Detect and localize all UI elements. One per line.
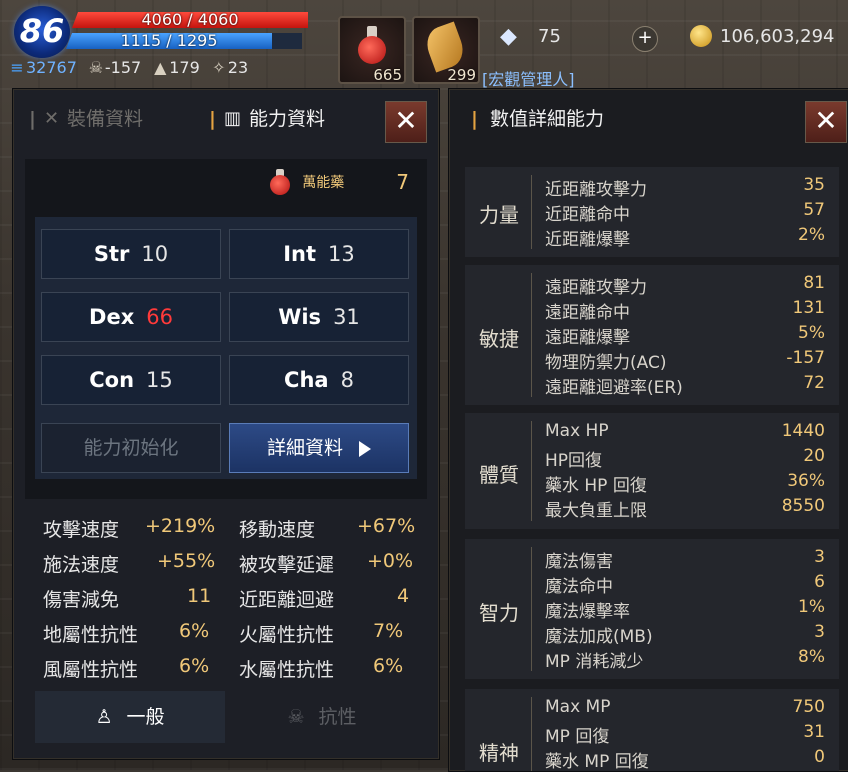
hat-icon: ▲ bbox=[154, 58, 167, 77]
stat-str: Str 10 bbox=[41, 229, 221, 279]
player-name-tag: [宏觀管理人] bbox=[482, 70, 575, 89]
bottom-tab-bar: ♙ 一般 ☠ 抗性 bbox=[35, 691, 417, 743]
base-stat-grid: Str 10 Int 13 Dex 66 Wis 31 Con 15 Cha 8 能力初始化… bbox=[35, 217, 417, 479]
elixir-label: 萬能藥 bbox=[302, 175, 345, 191]
reset-stats-button[interactable]: 能力初始化 bbox=[41, 423, 221, 473]
group-name: 精神 bbox=[479, 741, 519, 765]
detail-row: 魔法加成(MB) 3 bbox=[545, 622, 825, 647]
leaf-quick-slot[interactable]: 299 bbox=[412, 16, 480, 84]
stat-box: 萬能藥 7 Str 10 Int 13 Dex 66 Wis 31 Con 15 Cha 8… bbox=[25, 159, 427, 499]
detail-row: 遠距離攻擊力 81 bbox=[545, 273, 825, 298]
detail-row: Max HP 1440 bbox=[545, 421, 825, 441]
detail-row: 近距離爆擊 2% bbox=[545, 225, 825, 250]
group-intelligence: 智力 魔法傷害 3 魔法命中 6 魔法爆擊率 1% 魔法加成(MB) 3 MP 消耗減少… bbox=[465, 539, 839, 679]
detail-row: 近距離命中 57 bbox=[545, 200, 825, 225]
hp-bar: 4060 / 4060 bbox=[72, 12, 308, 28]
detail-panel-header: | 數值詳細能力 ✕ bbox=[449, 89, 848, 149]
gold-coin-icon bbox=[690, 25, 712, 47]
group-name: 敏捷 bbox=[479, 327, 519, 351]
detail-row: 藥水 MP 回復 0 bbox=[545, 747, 825, 771]
group-agility: 敏捷 遠距離攻擊力 81 遠距離命中 131 遠距離爆擊 5% 物理防禦力(AC) -1… bbox=[465, 265, 839, 405]
detail-row: HP回復 20 bbox=[545, 446, 825, 471]
wing-stat: ✧ 23 bbox=[210, 58, 248, 77]
detail-panel-title: | 數值詳細能力 bbox=[471, 108, 604, 130]
leaf-icon bbox=[421, 21, 469, 73]
detail-row: 魔法傷害 3 bbox=[545, 547, 825, 572]
level-badge: 86 bbox=[14, 6, 70, 58]
detail-row: 最大負重上限 8550 bbox=[545, 496, 825, 521]
gold-amount: 106,603,294 bbox=[720, 26, 835, 47]
hud-stats: ≡ 32767 ☠ -157 ▲ 179 ✧ 23 bbox=[8, 58, 248, 77]
detail-row: 遠距離命中 131 bbox=[545, 298, 825, 323]
close-button[interactable]: ✕ bbox=[805, 101, 847, 143]
group-wisdom: 精神 Max MP 750 MP 回復 31 藥水 MP 回復 0 bbox=[465, 689, 839, 771]
slot-count: 299 bbox=[447, 66, 476, 84]
close-button[interactable]: ✕ bbox=[385, 101, 427, 143]
detail-row: 近距離攻擊力 35 bbox=[545, 175, 825, 200]
summary-row: 地屬性抗性 6% 火屬性抗性 7% bbox=[43, 620, 404, 646]
tab-equipment[interactable]: | ✕ 裝備資料 bbox=[29, 101, 143, 137]
lawful-icon: ≡ bbox=[10, 58, 24, 77]
gem-icon: ◆ bbox=[500, 24, 517, 49]
tab-ability[interactable]: | ▥ 能力資料 bbox=[209, 101, 325, 137]
elixir-row: 萬能藥 7 bbox=[270, 169, 409, 195]
group-name: 智力 bbox=[479, 601, 519, 625]
detail-row: 魔法命中 6 bbox=[545, 572, 825, 597]
detail-row: 遠距離爆擊 5% bbox=[545, 323, 825, 348]
lawful-stat: ≡ 32767 bbox=[8, 58, 77, 77]
stat-cha: Cha 8 bbox=[229, 355, 409, 405]
elixir-count: 7 bbox=[396, 170, 409, 194]
detail-row: Max MP 750 bbox=[545, 697, 825, 717]
play-arrow-icon bbox=[359, 440, 371, 457]
stat-con: Con 15 bbox=[41, 355, 221, 405]
hud: 86 4060 / 4060 1115 / 1295 ≡ 32767 ☠ -157 … bbox=[0, 0, 848, 89]
detail-row: 魔法爆擊率 1% bbox=[545, 597, 825, 622]
elixir-icon bbox=[270, 169, 291, 195]
tab-general[interactable]: ♙ 一般 bbox=[35, 691, 225, 743]
summary-row: 攻擊速度 +219% 移動速度 +67% bbox=[43, 515, 416, 541]
summary-row: 傷害減免 11 近距離迴避 4 bbox=[43, 585, 410, 611]
summary-row: 施法速度 +55% 被攻擊延遲 +0% bbox=[43, 550, 414, 576]
character-tab-bar: | ✕ 裝備資料 | ▥ 能力資料 ✕ bbox=[13, 89, 439, 149]
combat-summary: 攻擊速度 +219% 移動速度 +67% 施法速度 +55% 被攻擊延遲 +0%… bbox=[35, 511, 417, 685]
red-potion-icon bbox=[358, 26, 386, 66]
mp-bar-empty bbox=[272, 33, 302, 49]
detail-row: 藥水 HP 回復 36% bbox=[545, 471, 825, 496]
character-panel: | ✕ 裝備資料 | ▥ 能力資料 ✕ 萬能藥 7 Str 10 Int 13 De… bbox=[12, 88, 440, 760]
stat-int: Int 13 bbox=[229, 229, 409, 279]
detail-stats-panel: | 數值詳細能力 ✕ 力量 近距離攻擊力 35 近距離命中 57 近距離爆擊 2% 敏捷… bbox=[448, 88, 848, 772]
stat-wis: Wis 31 bbox=[229, 292, 409, 342]
equipment-icon: ✕ bbox=[43, 108, 60, 129]
add-currency-button[interactable]: + bbox=[632, 26, 658, 52]
detail-button[interactable]: 詳細資料 bbox=[229, 423, 409, 473]
summary-row: 風屬性抗性 6% 水屬性抗性 6% bbox=[43, 655, 404, 681]
person-icon: ♙ bbox=[95, 706, 113, 728]
bar-chart-icon: ▥ bbox=[223, 108, 241, 129]
group-name: 力量 bbox=[479, 203, 519, 227]
stat-dex: Dex 66 bbox=[41, 292, 221, 342]
group-constitution: 體質 Max HP 1440 HP回復 20 藥水 HP 回復 36% 最大負重上限 8… bbox=[465, 413, 839, 529]
wing-icon: ✧ bbox=[212, 58, 226, 77]
detail-row: MP 消耗減少 8% bbox=[545, 647, 825, 672]
group-strength: 力量 近距離攻擊力 35 近距離命中 57 近距離爆擊 2% bbox=[465, 167, 839, 257]
detail-row: 遠距離迴避率(ER) 72 bbox=[545, 373, 825, 398]
slot-count: 665 bbox=[373, 66, 402, 84]
hat-stat: ▲ 179 bbox=[151, 58, 200, 77]
group-name: 體質 bbox=[479, 463, 519, 487]
mp-bar: 1115 / 1295 bbox=[66, 33, 272, 49]
skull-stat: ☠ -157 bbox=[88, 58, 142, 77]
skull-shield-icon: ☠ bbox=[287, 706, 305, 728]
detail-row: 物理防禦力(AC) -157 bbox=[545, 348, 825, 373]
skull-icon: ☠ bbox=[88, 58, 104, 77]
tab-resistance[interactable]: ☠ 抗性 bbox=[227, 691, 417, 743]
detail-row: MP 回復 31 bbox=[545, 722, 825, 747]
potion-quick-slot[interactable]: 665 bbox=[338, 16, 406, 84]
gem-count: 75 bbox=[538, 26, 561, 47]
